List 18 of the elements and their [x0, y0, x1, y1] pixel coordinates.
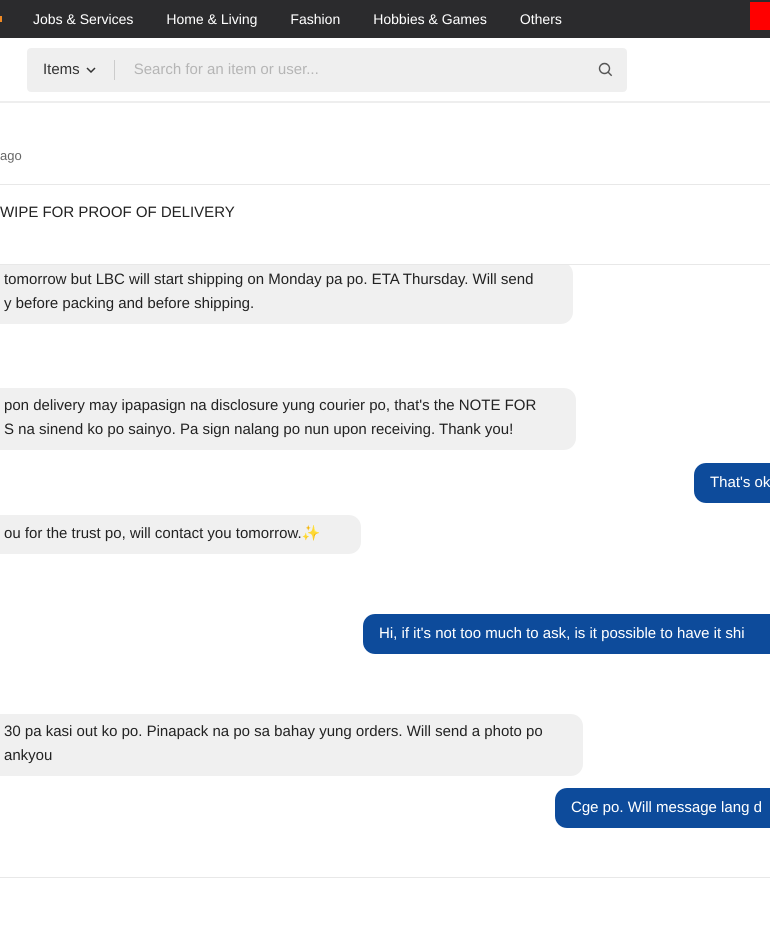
- chevron-down-icon: [86, 66, 96, 72]
- sparkles-emoji: ✨: [302, 524, 321, 542]
- category-link[interactable]: Others: [520, 11, 562, 27]
- listing-time: ago: [0, 148, 22, 163]
- search-field[interactable]: Items Search for an item or user...: [27, 48, 627, 92]
- listing-note: WIPE FOR PROOF OF DELIVERY: [0, 204, 236, 221]
- received-message: pon delivery may ipapasign na disclosure yung courier po, that's the NOTE FOR S na sinend ko po sainyo. Pa sign nalang po nun upon receiving. Thank you!: [0, 388, 576, 450]
- category-link[interactable]: Fashion: [290, 11, 340, 27]
- received-message: 30 pa kasi out ko po. Pinapack na po sa bahay yung orders. Will send a photo po ankyou: [0, 714, 583, 776]
- category-link[interactable]: Hobbies & Games: [373, 11, 487, 27]
- category-link[interactable]: Jobs & Services: [33, 11, 134, 27]
- sent-message: Cge po. Will message lang d: [555, 788, 770, 828]
- category-link[interactable]: Home & Living: [166, 11, 258, 27]
- sent-message: Hi, if it's not too much to ask, is it possible to have it shi: [363, 614, 770, 654]
- received-message: ou for the trust po, will contact you tomorrow.✨: [0, 515, 361, 554]
- category-dropdown[interactable]: Items: [27, 61, 96, 78]
- search-icon[interactable]: [598, 62, 613, 77]
- received-message: tomorrow but LBC will start shipping on Monday pa po. ETA Thursday. Will send y before packing and before shipping.: [0, 265, 574, 324]
